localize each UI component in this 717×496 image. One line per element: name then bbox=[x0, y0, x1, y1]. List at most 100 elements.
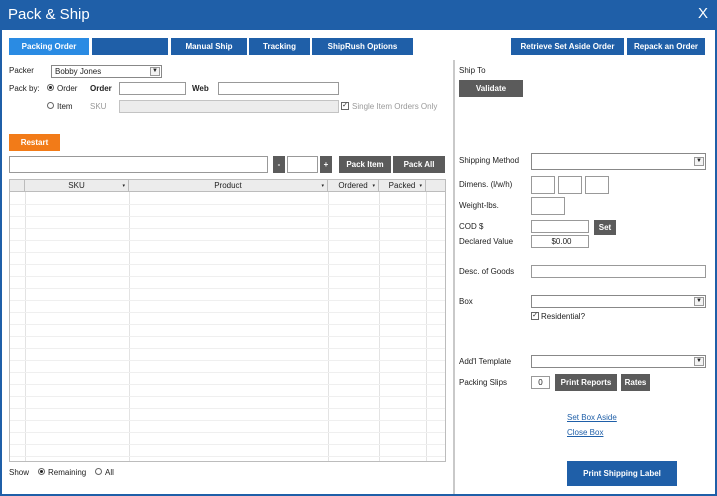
residential-checkbox[interactable]: ✓ bbox=[531, 312, 539, 320]
ship-to-label: Ship To bbox=[459, 66, 486, 75]
column-product-label: Product bbox=[214, 181, 242, 190]
grid-row-line bbox=[10, 300, 445, 301]
close-icon[interactable]: X bbox=[698, 5, 708, 22]
cod-set-button[interactable]: Set bbox=[594, 220, 616, 235]
pack-by-item-radio[interactable] bbox=[47, 102, 54, 109]
column-ordered-label: Ordered bbox=[338, 181, 368, 190]
sort-icon: ▾ bbox=[419, 183, 422, 189]
grid-selector-column bbox=[10, 180, 25, 192]
web-label: Web bbox=[192, 84, 209, 93]
title-bar: Pack & Ship X bbox=[0, 0, 717, 30]
rates-button[interactable]: Rates bbox=[621, 374, 650, 391]
box-label: Box bbox=[459, 297, 473, 306]
increment-button[interactable]: + bbox=[320, 156, 332, 173]
weight-label: Weight-lbs. bbox=[459, 201, 499, 210]
pack-item-button[interactable]: Pack Item bbox=[339, 156, 391, 173]
show-remaining-option: Remaining bbox=[48, 468, 87, 477]
shipping-method-label: Shipping Method bbox=[459, 156, 520, 165]
scan-input[interactable] bbox=[9, 156, 268, 173]
repack-order-button[interactable]: Repack an Order bbox=[627, 38, 705, 55]
show-remaining-radio[interactable] bbox=[38, 468, 45, 475]
shipping-method-select[interactable]: ▼ bbox=[531, 153, 706, 170]
quantity-input[interactable] bbox=[287, 156, 318, 173]
print-shipping-label-button[interactable]: Print Shipping Label bbox=[567, 461, 677, 486]
weight-input[interactable] bbox=[531, 197, 565, 215]
pack-by-label: Pack by: bbox=[9, 84, 40, 93]
grid-row-line bbox=[10, 252, 445, 253]
width-input[interactable] bbox=[558, 176, 582, 194]
declared-value-input[interactable]: $0.00 bbox=[531, 235, 589, 248]
sort-icon: ▾ bbox=[372, 183, 375, 189]
chevron-down-icon: ▼ bbox=[694, 157, 704, 166]
column-packed-label: Packed bbox=[388, 181, 416, 190]
retrieve-set-aside-button[interactable]: Retrieve Set Aside Order bbox=[511, 38, 624, 55]
order-label: Order bbox=[90, 84, 112, 93]
decrement-button[interactable]: - bbox=[273, 156, 285, 173]
dimensions-label: Dimens. (l/w/h) bbox=[459, 180, 513, 189]
chevron-down-icon: ▼ bbox=[150, 67, 160, 76]
print-reports-button[interactable]: Print Reports bbox=[555, 374, 617, 391]
grid-line bbox=[328, 192, 329, 461]
residential-label: Residential? bbox=[541, 312, 586, 321]
packing-slips-input[interactable]: 0 bbox=[531, 376, 550, 389]
restart-button[interactable]: Restart bbox=[9, 134, 60, 151]
length-input[interactable] bbox=[531, 176, 555, 194]
chevron-down-icon: ▼ bbox=[694, 357, 704, 366]
column-sku[interactable]: SKU ▾ bbox=[25, 180, 129, 192]
column-packed[interactable]: Packed ▾ bbox=[379, 180, 426, 192]
tab-packing-order[interactable]: Packing Order bbox=[9, 38, 89, 55]
box-select[interactable]: ▼ bbox=[531, 295, 706, 308]
sort-icon: ▾ bbox=[122, 183, 125, 189]
grid-row-line bbox=[10, 372, 445, 373]
order-input[interactable] bbox=[119, 82, 186, 95]
single-item-checkbox[interactable]: ✓ bbox=[341, 102, 349, 110]
column-sku-label: SKU bbox=[68, 181, 85, 190]
web-input[interactable] bbox=[218, 82, 339, 95]
pack-by-order-radio[interactable] bbox=[47, 84, 54, 91]
grid-header: SKU ▾ Product ▾ Ordered ▾ Packed ▾ bbox=[10, 180, 445, 192]
column-ordered[interactable]: Ordered ▾ bbox=[328, 180, 379, 192]
packer-label: Packer bbox=[9, 66, 34, 75]
tab-shiprush-options[interactable]: ShipRush Options bbox=[312, 38, 413, 55]
pack-ship-window: Pack & Ship X Packing Order Manual Ship … bbox=[0, 0, 717, 496]
single-item-label: Single Item Orders Only bbox=[352, 102, 438, 111]
order-items-grid[interactable]: SKU ▾ Product ▾ Ordered ▾ Packed ▾ bbox=[9, 179, 446, 462]
set-box-aside-link[interactable]: Set Box Aside bbox=[567, 413, 617, 422]
tab-blank[interactable] bbox=[92, 38, 168, 55]
grid-row-line bbox=[10, 276, 445, 277]
grid-row-line bbox=[10, 288, 445, 289]
show-label: Show bbox=[9, 468, 30, 477]
grid-line bbox=[129, 192, 130, 461]
column-product[interactable]: Product ▾ bbox=[129, 180, 328, 192]
tab-manual-ship[interactable]: Manual Ship bbox=[171, 38, 247, 55]
tab-tracking[interactable]: Tracking bbox=[249, 38, 310, 55]
pack-by-item-option: Item bbox=[57, 102, 73, 111]
packer-select[interactable]: Bobby Jones ▼ bbox=[51, 65, 162, 78]
desc-of-goods-input[interactable] bbox=[531, 265, 706, 278]
packing-slips-label: Packing Slips bbox=[459, 378, 508, 387]
grid-row-line bbox=[10, 432, 445, 433]
grid-row-line bbox=[10, 408, 445, 409]
validate-button[interactable]: Validate bbox=[459, 80, 523, 97]
height-input[interactable] bbox=[585, 176, 609, 194]
close-box-link[interactable]: Close Box bbox=[567, 428, 603, 437]
sku-input[interactable] bbox=[119, 100, 339, 113]
pack-all-button[interactable]: Pack All bbox=[393, 156, 445, 173]
grid-row-line bbox=[10, 348, 445, 349]
grid-row-line bbox=[10, 456, 445, 457]
tab-bar: Packing Order Manual Ship Tracking ShipR… bbox=[2, 30, 715, 60]
grid-line bbox=[25, 192, 26, 461]
grid-row-line bbox=[10, 324, 445, 325]
grid-line bbox=[379, 192, 380, 461]
grid-row-line bbox=[10, 228, 445, 229]
grid-row-line bbox=[10, 216, 445, 217]
grid-row-line bbox=[10, 204, 445, 205]
grid-row-line bbox=[10, 360, 445, 361]
cod-input[interactable] bbox=[531, 220, 589, 233]
window-title: Pack & Ship bbox=[8, 6, 90, 23]
addl-template-label: Add'l Template bbox=[459, 357, 512, 366]
sort-icon: ▾ bbox=[321, 183, 324, 189]
desc-of-goods-label: Desc. of Goods bbox=[459, 267, 515, 276]
show-all-radio[interactable] bbox=[95, 468, 102, 475]
addl-template-select[interactable]: ▼ bbox=[531, 355, 706, 368]
